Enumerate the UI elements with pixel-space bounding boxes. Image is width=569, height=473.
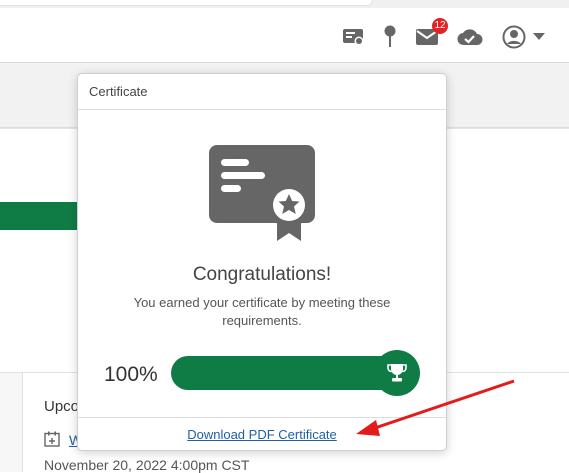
congratulations-heading: Congratulations! xyxy=(192,264,332,285)
certificate-icon[interactable] xyxy=(341,24,367,50)
event-date: November 20, 2022 4:00pm CST xyxy=(44,457,250,473)
mail-badge: 12 xyxy=(432,18,448,34)
certificate-icon-large xyxy=(207,143,317,243)
app-header: 12 xyxy=(0,8,569,63)
popover-title: Certificate xyxy=(78,74,446,110)
annotation-arrow xyxy=(356,379,515,436)
certificate-message: You earned your certificate by meeting t… xyxy=(133,295,391,328)
mail-icon[interactable]: 12 xyxy=(414,18,448,50)
pin-icon[interactable] xyxy=(380,24,400,50)
upcoming-heading: Upco xyxy=(44,398,80,415)
cloud-check-icon[interactable] xyxy=(456,24,484,50)
background-progress-bar xyxy=(0,202,86,230)
progress-percent: 100% xyxy=(104,363,158,386)
calendar-add-icon xyxy=(44,431,60,447)
download-pdf-certificate-link[interactable]: Download PDF Certificate xyxy=(187,427,337,442)
search-box-edge[interactable] xyxy=(0,0,373,6)
background-left-column xyxy=(0,373,23,472)
top-strip xyxy=(0,0,569,8)
caret-down-icon[interactable] xyxy=(530,24,548,50)
user-avatar-icon[interactable] xyxy=(500,24,528,50)
